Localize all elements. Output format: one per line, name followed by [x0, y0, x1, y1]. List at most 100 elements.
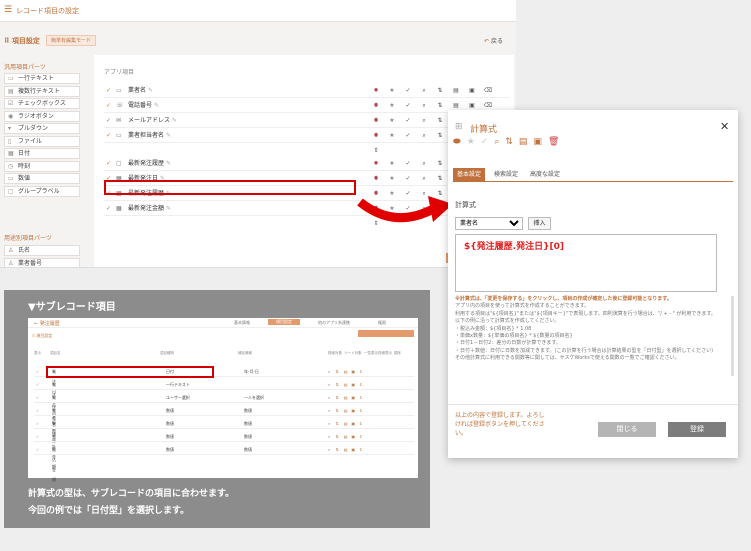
detail-icon[interactable]: ▣	[533, 137, 542, 147]
sidebar-item[interactable]: ♙ 氏名	[4, 245, 80, 256]
check-icon[interactable]: ✓	[106, 98, 111, 113]
edit-icon[interactable]: ✎	[166, 160, 171, 167]
sort-icon[interactable]: ⇅	[432, 156, 448, 171]
inner-tab[interactable]: 他のアプリ系連携	[318, 320, 350, 326]
sort-icon[interactable]: ⇅	[432, 128, 448, 143]
edit-icon[interactable]: ✎	[172, 117, 177, 124]
star-icon[interactable]: ★	[384, 83, 400, 98]
sub-record-row[interactable]: ✓ 発注品目名 ✎ 一行テキスト ⌕ ⇅ ▤ ▣ ⇕	[34, 380, 414, 427]
insert-button[interactable]: 挿入	[528, 217, 551, 230]
star-icon[interactable]: ★	[384, 113, 400, 128]
edit-icon[interactable]: ✎	[166, 132, 171, 139]
detail-icon[interactable]: ▣	[464, 83, 480, 98]
check-icon[interactable]: ✓	[481, 137, 489, 147]
trash-icon[interactable]: 🗑	[548, 137, 559, 147]
sort-icon[interactable]: ⇅	[432, 171, 448, 186]
gear-icon[interactable]: ✹	[368, 98, 384, 113]
register-button[interactable]: 登録	[668, 422, 726, 437]
check-icon[interactable]: ✓	[36, 380, 39, 390]
row-tool-icons[interactable]: ⌕ ⇅ ▤ ▣ ⇕	[328, 419, 362, 429]
tab-basic[interactable]: 基本設定	[453, 168, 486, 181]
check-icon[interactable]: ✓	[106, 128, 111, 143]
inner-tab[interactable]: 項目設定	[268, 319, 300, 325]
check-icon[interactable]: ✓	[36, 406, 39, 416]
search-icon[interactable]: ⌕	[416, 83, 432, 98]
close-icon[interactable]: ✕	[720, 120, 729, 133]
sub-record-row[interactable]: ✓ 税込金額 ✎ 数値 数値 ⌕ ⇅ ▤ ▣ ⇕	[34, 445, 414, 482]
check-icon[interactable]: ✓	[36, 432, 39, 442]
check-icon[interactable]: ✓	[400, 83, 416, 98]
sidebar-item[interactable]: ◉ ラジオボタン	[4, 110, 80, 122]
close-button[interactable]: 閉じる	[598, 422, 656, 437]
check-icon[interactable]: ✓	[400, 128, 416, 143]
check-icon[interactable]: ✓	[400, 171, 416, 186]
gear-icon[interactable]: ✹	[368, 156, 384, 171]
check-icon[interactable]: ✓	[106, 83, 111, 98]
sidebar-item[interactable]: ▦ 日付	[4, 148, 80, 159]
check-icon[interactable]: ✓	[400, 113, 416, 128]
inner-tab[interactable]: 権限	[378, 320, 386, 326]
edit-icon[interactable]: ✎	[154, 102, 159, 109]
check-icon[interactable]: ✓	[36, 367, 39, 377]
search-icon[interactable]: ⌕	[494, 137, 499, 147]
row-tool-icons[interactable]: ⌕ ⇅ ▤ ▣ ⇕	[328, 432, 362, 442]
search-icon[interactable]: ⌕	[416, 98, 432, 113]
sub-record-row[interactable]: ✓ 発注数量 ✎ 数値 数値 ⌕ ⇅ ▤ ▣ ⇕	[34, 406, 414, 443]
menu-icon[interactable]: ☰	[4, 5, 12, 15]
sub-record-row[interactable]: ✓ 合計金額 ✎ 数値 数値 ⌕ ⇅ ▤ ▣ ⇕	[34, 432, 414, 469]
sort-icon[interactable]: ⇅	[432, 113, 448, 128]
edit-icon[interactable]: ✎	[166, 205, 171, 212]
row-tool-icons[interactable]: ⌕ ⇅ ▤ ▣ ⇕	[328, 445, 362, 455]
note-scrollbar[interactable]	[731, 296, 734, 376]
star-icon[interactable]: ★	[384, 171, 400, 186]
tab-advanced[interactable]: 高度な設定	[526, 168, 564, 181]
sidebar-item[interactable]: ▤ 複数行テキスト	[4, 85, 80, 97]
search-icon[interactable]: ⌕	[416, 113, 432, 128]
check-icon[interactable]: ✓	[400, 156, 416, 171]
star-icon[interactable]: ★	[384, 98, 400, 113]
sidebar-item[interactable]: ▭ 一行テキスト	[4, 73, 80, 84]
list-icon[interactable]: ▤	[448, 83, 464, 98]
sidebar-item[interactable]: ♙ 業者番号	[4, 257, 80, 267]
toggle-icon[interactable]: ⬬	[453, 137, 461, 147]
sort-icon[interactable]: ⇅	[432, 98, 448, 113]
back-button[interactable]: ↶ 戻る	[484, 36, 503, 45]
check-icon[interactable]: ✓	[36, 419, 39, 429]
field-select[interactable]: 業者名	[455, 217, 523, 230]
sort-icon[interactable]: ⇅	[432, 83, 448, 98]
star-icon[interactable]: ★	[467, 137, 475, 147]
sidebar-item[interactable]: ▢ グループラベル	[4, 185, 80, 197]
star-icon[interactable]: ★	[384, 128, 400, 143]
sub-record-row[interactable]: ✓ 単価 ✎ 数値 数値 ⌕ ⇅ ▤ ▣ ⇕	[34, 419, 414, 436]
check-icon[interactable]: ✓	[36, 445, 39, 455]
inner-mode-button[interactable]	[358, 330, 414, 337]
check-icon[interactable]: ✓	[36, 393, 39, 403]
check-icon[interactable]: ✓	[106, 201, 111, 216]
search-icon[interactable]: ⌕	[416, 171, 432, 186]
formula-textarea[interactable]: ${発注履歴.発注日}[0]	[455, 234, 717, 292]
search-icon[interactable]: ⌕	[416, 128, 432, 143]
row-tool-icons[interactable]: ⌕ ⇅ ▤ ▣ ⇕	[328, 367, 362, 377]
check-icon[interactable]: ✓	[106, 113, 111, 128]
row-tool-icons[interactable]: ⌕ ⇅ ▤ ▣ ⇕	[328, 380, 362, 390]
star-icon[interactable]: ★	[384, 156, 400, 171]
row-tool-icons[interactable]: ⌕ ⇅ ▤ ▣ ⇕	[328, 406, 362, 416]
check-icon[interactable]: ✓	[400, 98, 416, 113]
sidebar-item[interactable]: ▯ ファイル	[4, 135, 80, 147]
edit-icon[interactable]: ✎	[148, 87, 153, 94]
list-icon[interactable]: ▤	[519, 137, 528, 147]
gear-icon[interactable]: ✹	[368, 113, 384, 128]
inner-tab[interactable]: 基本情報	[234, 320, 250, 326]
row-tool-icons[interactable]: ⌕ ⇅ ▤ ▣ ⇕	[328, 393, 362, 403]
sidebar-item[interactable]: ▭ 数値	[4, 173, 80, 184]
sort-icon[interactable]: ⇅	[505, 137, 513, 147]
sidebar-item[interactable]: ☑ チェックボックス	[4, 98, 80, 109]
field-row[interactable]: ✓ ▭ 業者名 ✎ ✹ ★ ✓ ⌕ ⇅ ▤ ▣ ⌫⇕	[104, 83, 509, 109]
sidebar-item[interactable]: ◷ 時刻	[4, 160, 80, 172]
gear-icon[interactable]: ✹	[368, 83, 384, 98]
gear-icon[interactable]: ✹	[368, 128, 384, 143]
search-icon[interactable]: ⌕	[416, 156, 432, 171]
sub-record-row[interactable]: ✓ 発注者 ✎ ユーザー選択 一人を選択 ⌕ ⇅ ▤ ▣ ⇕	[34, 393, 414, 420]
sidebar-item[interactable]: ▾ プルダウン	[4, 123, 80, 134]
tab-search[interactable]: 検索設定	[490, 168, 522, 181]
